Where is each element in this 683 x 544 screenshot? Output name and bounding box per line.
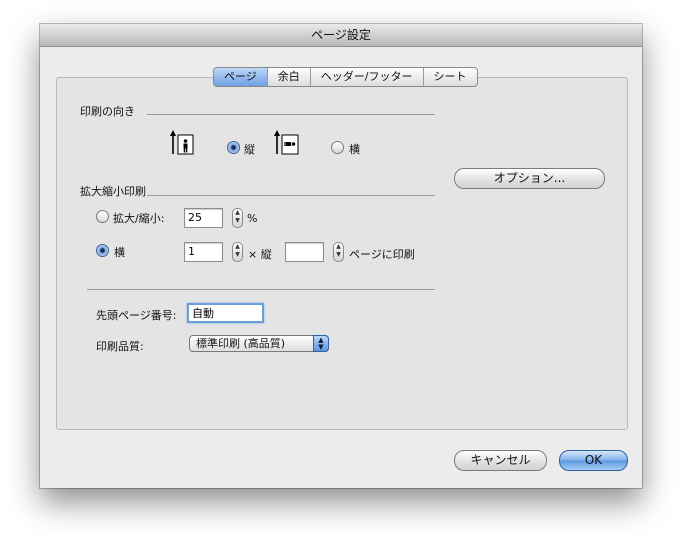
pages-print-label: ページに印刷 <box>349 248 415 261</box>
tab-page[interactable]: ページ <box>214 68 268 86</box>
landscape-orientation-icon <box>274 130 299 155</box>
arrow-up-icon <box>170 130 176 154</box>
orientation-divider <box>147 114 435 115</box>
print-quality-label: 印刷品質: <box>96 340 144 353</box>
stepper-arrows-icon: ▲ ▼ <box>336 243 341 258</box>
section-divider <box>87 289 435 290</box>
print-quality-select[interactable]: 標準印刷 (高品質) ▲ ▼ <box>189 335 329 352</box>
tab-sheet[interactable]: シート <box>424 68 477 86</box>
portrait-label: 縦 <box>244 143 255 156</box>
adjust-percent-input[interactable]: 25 <box>184 208 223 228</box>
cancel-button[interactable]: キャンセル <box>454 450 547 471</box>
page-setup-dialog: ページ設定 ページ 余白 ヘッダー/フッター シート 印刷の向き 縦 横 オプシ… <box>40 24 642 488</box>
fit-pages-wide-input[interactable]: 1 <box>184 242 223 262</box>
portrait-radio[interactable] <box>227 141 240 154</box>
fit-pages-wide-stepper[interactable]: ▲ ▼ <box>232 242 243 262</box>
stepper-arrows-icon: ▲ ▼ <box>235 209 240 224</box>
first-page-number-label: 先頭ページ番号: <box>96 309 177 322</box>
adjust-percent-stepper[interactable]: ▲ ▼ <box>232 208 243 228</box>
ok-button[interactable]: OK <box>559 450 628 471</box>
adjust-to-label: 拡大/縮小: <box>113 212 165 225</box>
stepper-arrows-icon: ▲ ▼ <box>235 243 240 258</box>
landscape-label: 横 <box>349 143 360 156</box>
scaling-divider <box>147 195 435 196</box>
popup-arrows-icon: ▲ ▼ <box>313 335 329 352</box>
tab-header-footer[interactable]: ヘッダー/フッター <box>311 68 424 86</box>
tab-bar: ページ 余白 ヘッダー/フッター シート <box>213 67 478 87</box>
fit-pages-tall-input[interactable] <box>285 242 324 262</box>
orientation-section-label: 印刷の向き <box>80 105 135 118</box>
window-title: ページ設定 <box>40 24 642 47</box>
fit-to-radio[interactable] <box>96 244 109 257</box>
tab-margins[interactable]: 余白 <box>268 68 311 86</box>
arrow-up-icon <box>274 130 280 154</box>
scaling-section-label: 拡大縮小印刷 <box>80 185 146 198</box>
times-tall-label: × 縦 <box>248 248 272 261</box>
fit-pages-tall-stepper[interactable]: ▲ ▼ <box>333 242 344 262</box>
percent-unit-label: % <box>247 212 258 225</box>
adjust-to-radio[interactable] <box>96 210 109 223</box>
print-quality-value: 標準印刷 (高品質) <box>196 337 286 350</box>
options-button[interactable]: オプション... <box>454 168 605 189</box>
landscape-radio[interactable] <box>331 141 344 154</box>
portrait-orientation-icon <box>170 130 194 155</box>
fit-to-label: 横 <box>114 246 125 259</box>
first-page-number-input[interactable]: 自動 <box>187 303 264 323</box>
